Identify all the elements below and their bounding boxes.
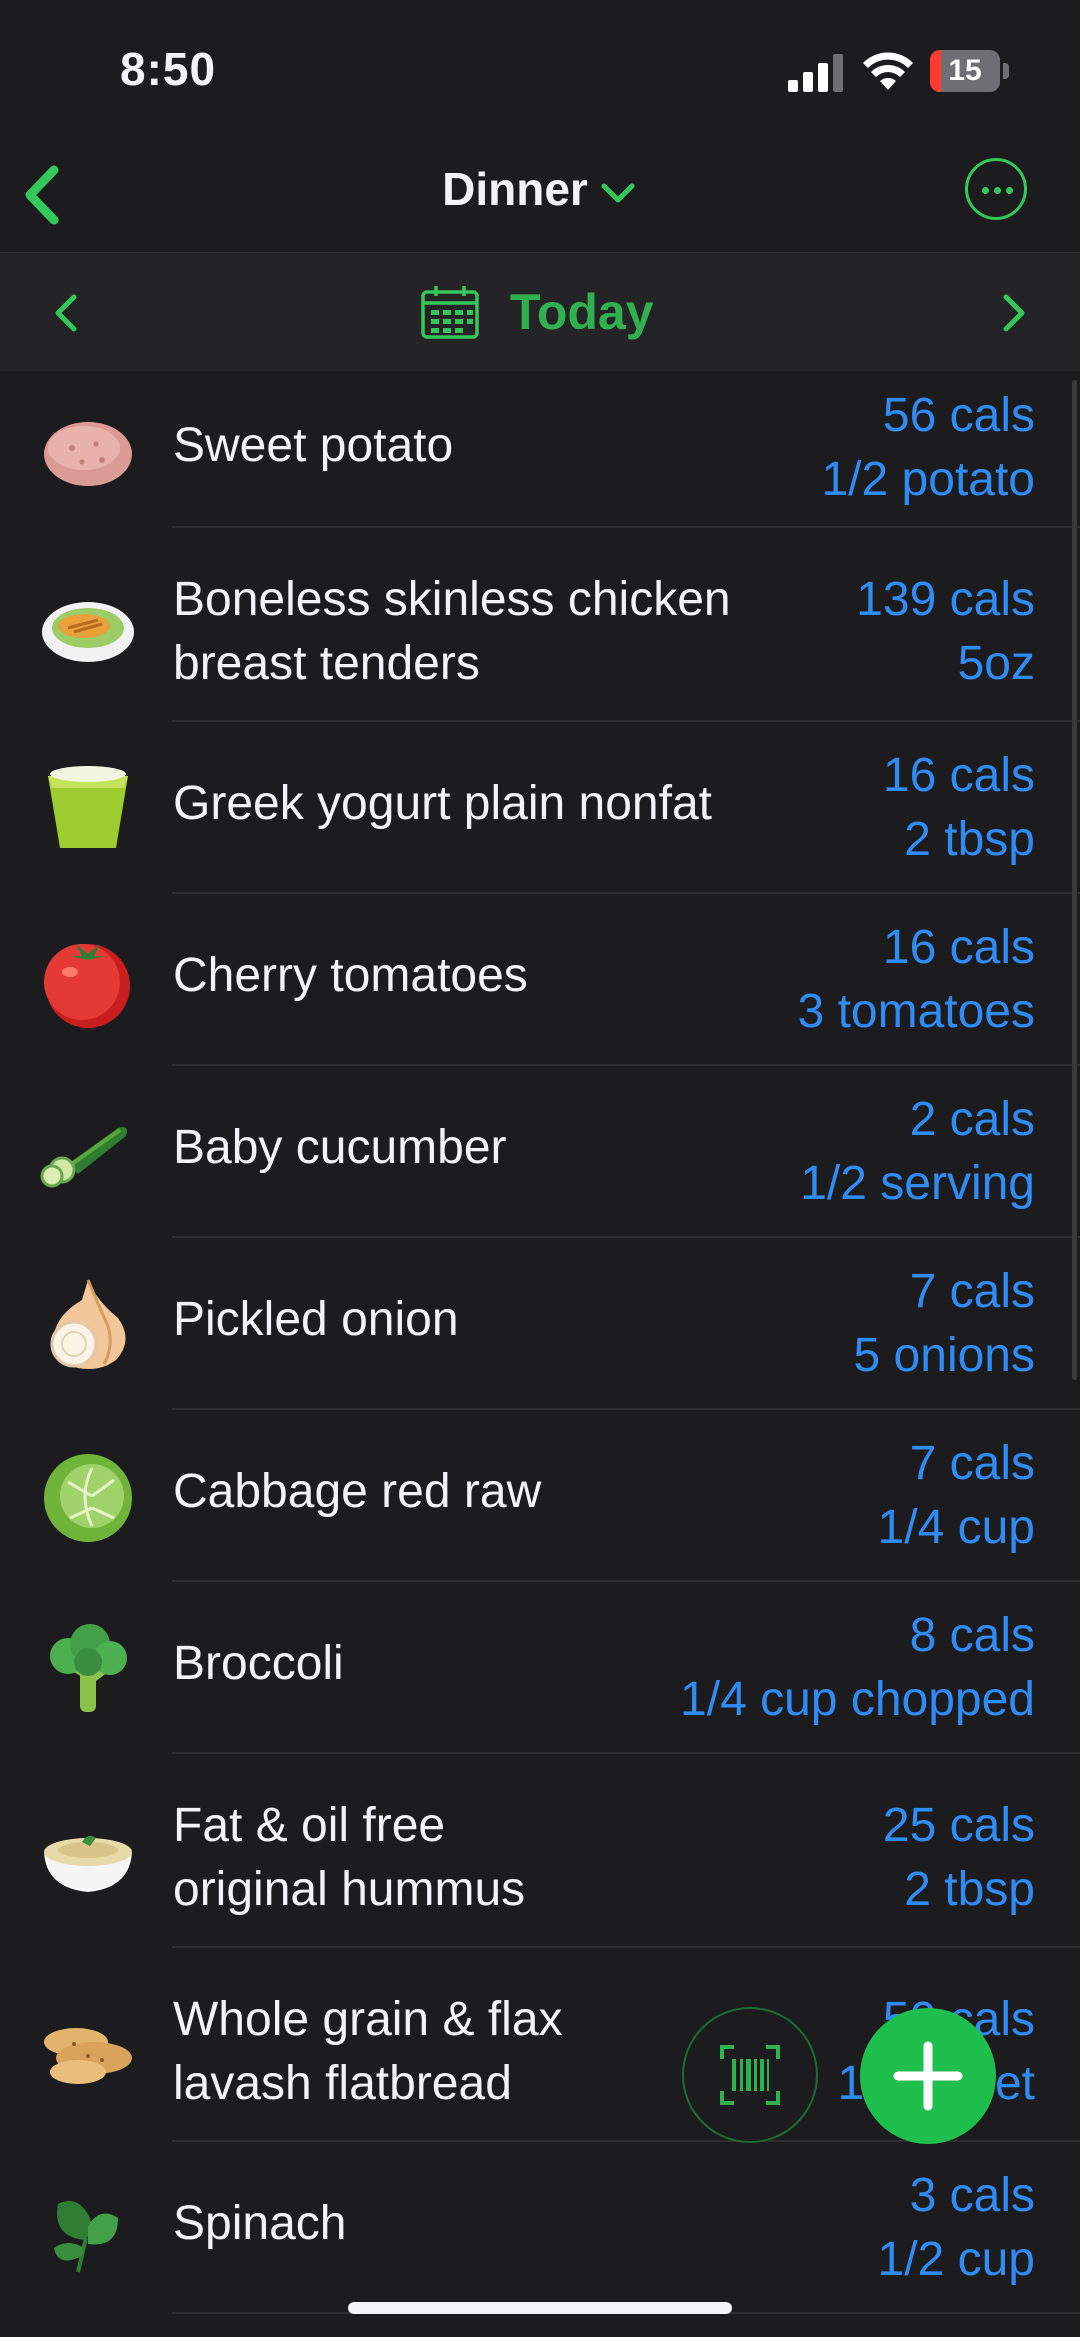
scrollbar[interactable]: [1072, 380, 1077, 1380]
spinach-icon: [54, 2201, 118, 2273]
food-values: 7 cals 5 onions: [854, 1260, 1035, 1388]
home-indicator[interactable]: [348, 2302, 732, 2314]
status-bar: 8:50 15: [0, 0, 1080, 140]
food-row[interactable]: Cherry tomatoes 16 cals 3 tomatoes: [0, 894, 1080, 1066]
food-row[interactable]: Broccoli 8 cals 1/4 cup chopped: [0, 1582, 1080, 1754]
date-label: Today: [510, 284, 654, 340]
add-food-button[interactable]: [860, 2008, 996, 2144]
meal-selector[interactable]: Dinner: [0, 162, 1080, 216]
food-calories: 3 cals: [909, 2169, 1035, 2222]
food-row[interactable]: Baby cucumber 2 cals 1/2 serving: [0, 1066, 1080, 1238]
food-values: 16 cals 2 tbsp: [883, 744, 1035, 872]
wifi-icon: [863, 52, 913, 90]
next-day-icon[interactable]: [1000, 291, 1030, 335]
food-values: 2 cals 1/2 serving: [800, 1088, 1035, 1216]
food-row[interactable]: Spinach 3 cals 1/2 cup: [0, 2142, 1080, 2314]
food-values: 139 cals 5oz: [856, 568, 1035, 696]
food-calories: 25 cals: [882, 1799, 1035, 1852]
food-row[interactable]: Fat & oil free original hummus 25 cals 2 tb…: [0, 1754, 1080, 1948]
food-name: Fat & oil free original hummus: [173, 1799, 526, 1916]
page-title: Dinner: [442, 163, 588, 215]
food-name: Baby cucumber: [173, 1121, 507, 1174]
chicken-plate-icon: [42, 602, 134, 662]
cellular-signal-icon: [788, 54, 843, 92]
date-picker-button[interactable]: Today: [420, 277, 654, 347]
status-time: 8:50: [120, 43, 217, 95]
food-name: Sweet potato: [173, 419, 454, 472]
food-name: Cherry tomatoes: [173, 949, 528, 1002]
food-row[interactable]: Cabbage red raw 7 cals 1/4 cup: [0, 1410, 1080, 1582]
food-row[interactable]: Sweet potato 56 cals 1/2 potato: [0, 372, 1080, 528]
cabbage-icon: [44, 1454, 132, 1542]
food-calories: 2 cals: [909, 1093, 1035, 1146]
food-name: Whole grain & flax lavash flatbread: [173, 1993, 563, 2110]
food-serving: 5 onions: [853, 1329, 1035, 1382]
previous-day-icon[interactable]: [50, 291, 80, 335]
food-serving: 1/2 potato: [821, 453, 1035, 506]
cucumber-icon: [40, 1127, 127, 1188]
nav-bar: Dinner: [0, 140, 1080, 253]
barcode-scan-icon: [720, 2045, 780, 2105]
more-options-button[interactable]: [965, 158, 1027, 220]
food-serving: 3 tomatoes: [797, 985, 1035, 1038]
food-calories: 16 cals: [882, 749, 1035, 802]
food-row[interactable]: Pickled onion 7 cals 5 onions: [0, 1238, 1080, 1410]
food-serving: 1/2 cup: [877, 2233, 1035, 2286]
date-navigator: Today: [0, 253, 1080, 371]
food-serving: 2 tbsp: [904, 1863, 1035, 1916]
food-name: Spinach: [173, 2197, 347, 2250]
food-serving: 1/4 cup chopped: [680, 1673, 1035, 1726]
tomato-icon: [44, 944, 130, 1028]
food-values: 16 cals 3 tomatoes: [798, 916, 1035, 1044]
food-values: 56 cals 1/2 potato: [821, 384, 1035, 512]
food-calories: 7 cals: [909, 1265, 1035, 1318]
food-values: 7 cals 1/4 cup: [878, 1432, 1035, 1560]
food-calories: 16 cals: [882, 921, 1035, 974]
food-name: Broccoli: [173, 1637, 344, 1690]
food-calories: 8 cals: [909, 1609, 1035, 1662]
flatbread-icon: [44, 2028, 132, 2084]
hummus-bowl-icon: [44, 1835, 132, 1892]
battery-icon: 15: [930, 50, 1010, 92]
food-row[interactable]: Boneless skinless chicken breast tenders 1…: [0, 528, 1080, 722]
food-calories: 139 cals: [856, 573, 1035, 626]
barcode-scan-button[interactable]: [682, 2007, 818, 2143]
food-serving: 1/4 cup: [877, 1501, 1035, 1554]
food-values: 8 cals 1/4 cup chopped: [680, 1604, 1035, 1732]
battery-percent: 15: [948, 54, 982, 87]
food-values: 25 cals 2 tbsp: [883, 1794, 1035, 1922]
onion-icon: [50, 1279, 126, 1369]
plus-icon: [893, 2041, 963, 2111]
yogurt-cup-icon: [48, 766, 128, 848]
food-serving: 5oz: [957, 637, 1035, 690]
food-name: Boneless skinless chicken breast tenders: [173, 573, 731, 690]
calendar-icon: [421, 286, 479, 339]
food-name: Pickled onion: [173, 1293, 459, 1346]
food-name: Cabbage red raw: [173, 1465, 542, 1518]
broccoli-icon: [50, 1624, 127, 1712]
food-calories: 56 cals: [882, 389, 1035, 442]
food-row[interactable]: Greek yogurt plain nonfat 16 cals 2 tbsp: [0, 722, 1080, 894]
sweet-potato-icon: [44, 422, 132, 486]
food-values: 3 cals 1/2 cup: [878, 2164, 1035, 2292]
food-serving: 1/2 serving: [800, 1157, 1035, 1210]
food-serving: 2 tbsp: [904, 813, 1035, 866]
chevron-down-icon: [601, 183, 635, 203]
food-name: Greek yogurt plain nonfat: [173, 777, 712, 830]
food-calories: 7 cals: [909, 1437, 1035, 1490]
